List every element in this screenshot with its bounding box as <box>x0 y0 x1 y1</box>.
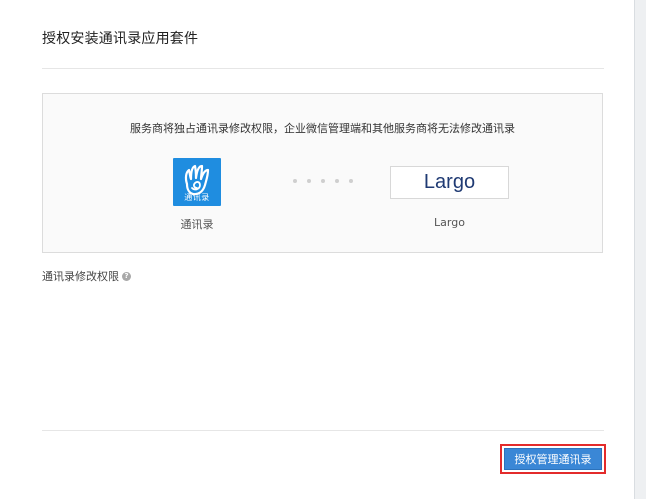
connector-dot <box>335 179 339 183</box>
footer-divider <box>42 430 604 431</box>
permission-notice: 服务商将独占通讯录修改权限，企业微信管理端和其他服务商将无法修改通讯录 <box>130 122 515 135</box>
authorization-panel: 服务商将独占通讯录修改权限，企业微信管理端和其他服务商将无法修改通讯录 通讯录 … <box>42 93 603 253</box>
connector-dot <box>307 179 311 183</box>
contacts-app-name: 通讯录 <box>180 218 214 231</box>
authorize-contacts-button-highlight[interactable]: 授权管理通讯录 <box>500 444 606 474</box>
largo-app-logo: Largo <box>390 166 509 199</box>
permission-label: 通讯录修改权限 ? <box>42 268 131 284</box>
contacts-icon-badge: 通讯录 <box>184 193 210 202</box>
scrollbar-track[interactable] <box>634 0 646 499</box>
connector-dot <box>293 179 297 183</box>
title-divider <box>42 68 604 69</box>
dialog-title: 授权安装通讯录应用套件 <box>42 31 199 47</box>
help-icon[interactable]: ? <box>122 271 131 281</box>
permission-label-text: 通讯录修改权限 <box>42 270 119 283</box>
contacts-app-icon: 通讯录 <box>173 158 221 206</box>
authorize-contacts-button[interactable]: 授权管理通讯录 <box>504 448 602 470</box>
connection-dots <box>293 179 353 185</box>
connector-dot <box>321 179 325 183</box>
connector-dot <box>349 179 353 183</box>
largo-app-name: Largo <box>434 216 465 229</box>
authorize-dialog: 授权安装通讯录应用套件 服务商将独占通讯录修改权限，企业微信管理端和其他服务商将… <box>0 0 634 499</box>
